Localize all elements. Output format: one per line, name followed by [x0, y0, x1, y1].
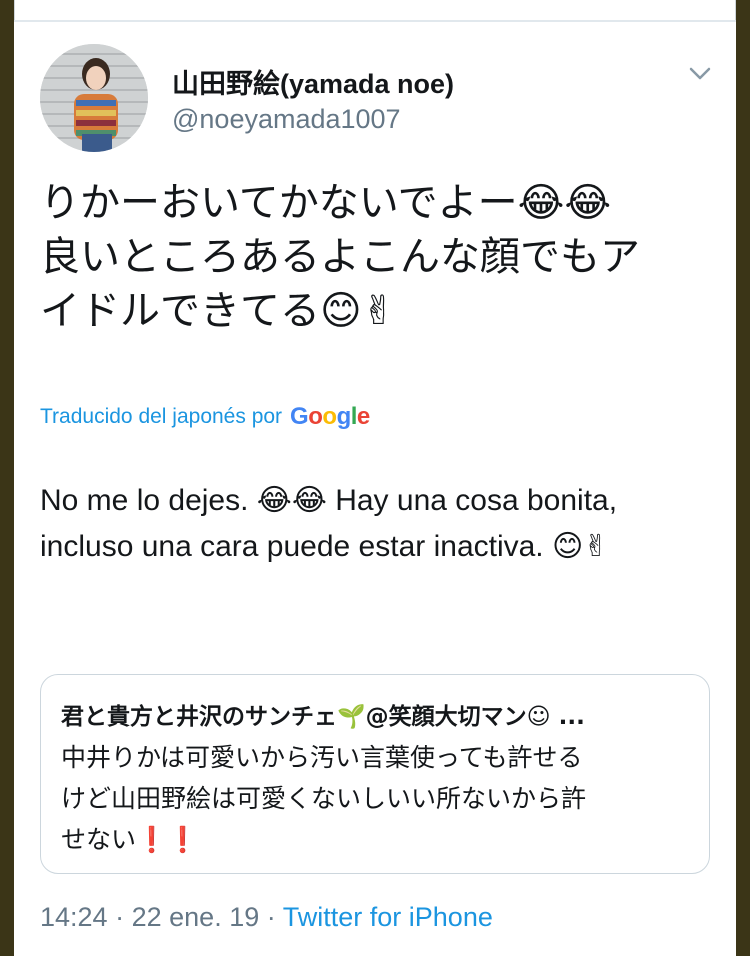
- translated-from-label[interactable]: Traducido del japonés por: [40, 405, 282, 429]
- meta-separator: ·: [266, 902, 276, 932]
- quoted-tweet[interactable]: 君と貴方と井沢のサンチェ🌱@笑顔大切マン☺ ... 中井りかは可愛いから汚い言葉…: [40, 674, 710, 874]
- tweet-source-link[interactable]: Twitter for iPhone: [283, 902, 493, 932]
- tweet-time: 14:24: [40, 902, 108, 932]
- display-name[interactable]: 山田野絵(yamada noe): [172, 62, 454, 101]
- translation-attribution: Traducido del japonés por Google: [40, 400, 370, 434]
- quoted-tweet-text: 中井りかは可愛いから汚い言葉使っても許せる けど山田野絵は可愛くないしいい所ない…: [61, 743, 587, 854]
- tweet-meta: 14:24 · 22 ene. 19 · Twitter for iPhone: [40, 902, 493, 933]
- quoted-tweet-author: 君と貴方と井沢のサンチェ🌱@笑顔大切マン☺ ...: [61, 704, 585, 730]
- google-logo: Google: [290, 403, 370, 431]
- tweet-card: 山田野絵(yamada noe) @noeyamada1007 りかーおいてかな…: [14, 0, 736, 956]
- tweet-date: 22 ene. 19: [131, 902, 260, 932]
- google-letter: g: [336, 403, 352, 430]
- chevron-down-icon[interactable]: [686, 60, 714, 88]
- google-letter: G: [290, 403, 309, 430]
- meta-separator: ·: [115, 902, 125, 932]
- google-letter: e: [356, 403, 370, 430]
- translated-text: No me lo dejes. 😂😂 Hay una cosa bonita, …: [40, 484, 618, 563]
- avatar[interactable]: [40, 44, 148, 152]
- google-letter: o: [322, 403, 337, 430]
- user-handle[interactable]: @noeyamada1007: [172, 104, 401, 135]
- previous-tweet-edge: [14, 0, 736, 22]
- tweet-text: りかーおいてかないでよー😂😂 良いところあるよこんな顔でもア イドルできてる😊✌: [40, 180, 640, 334]
- google-letter: o: [308, 403, 323, 430]
